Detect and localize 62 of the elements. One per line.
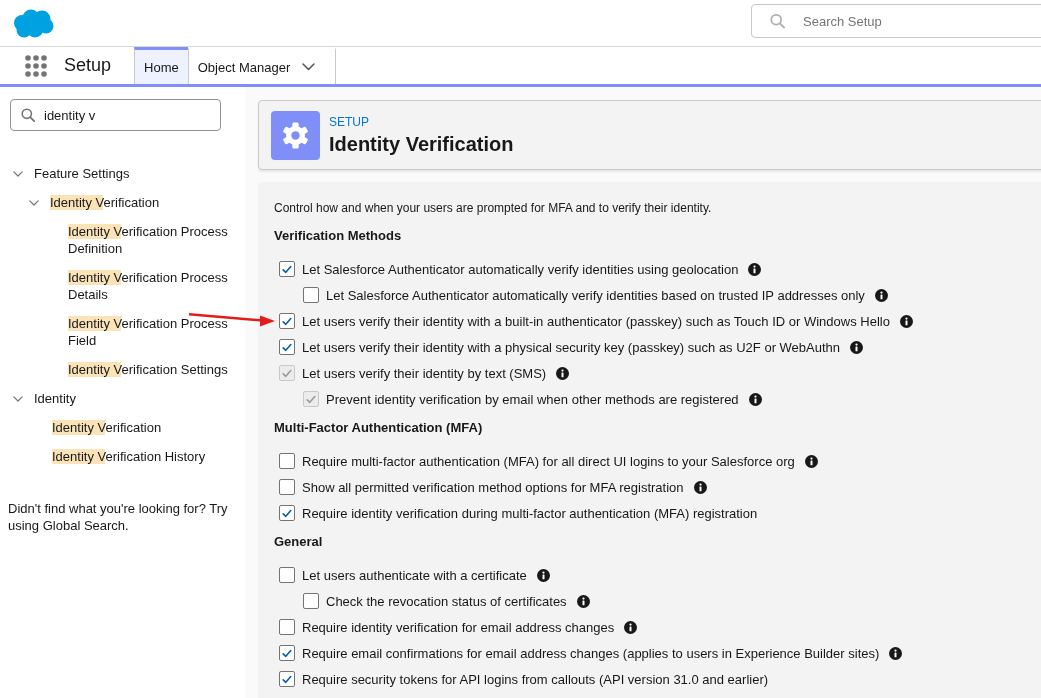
info-icon[interactable] (624, 620, 638, 634)
option-label: Let Salesforce Authenticator automatically verify identities based on trusted IP addresses only (326, 287, 865, 303)
nav-tab[interactable]: Object Manager (187, 47, 337, 84)
tree-item[interactable]: Identity Verification Settings (68, 361, 237, 378)
info-icon[interactable] (748, 262, 762, 276)
option-label: Let users verify their identity by text (SMS) (302, 365, 547, 381)
checkbox[interactable] (279, 453, 295, 469)
checkbox[interactable] (279, 567, 295, 583)
checkbox[interactable] (279, 505, 295, 521)
tree-item[interactable]: Identity Verification (50, 194, 237, 211)
option-label: Let users authenticate with a certificate (302, 567, 527, 583)
info-icon[interactable] (889, 646, 903, 660)
checkbox[interactable] (279, 645, 295, 661)
page-description: Control how and when your users are prompted for MFA and to verify their identity. (274, 201, 713, 215)
option-label: Require identity verification during multi-factor authentication (MFA) registration (302, 505, 758, 521)
tree-item[interactable]: Identity Verification History (52, 448, 237, 465)
app-name: Setup (64, 55, 112, 76)
info-icon[interactable] (874, 288, 888, 302)
checkbox[interactable] (279, 619, 295, 635)
option-label: Let users verify their identity with a physical security key (passkey) such as U2F or WebAuthn (302, 339, 841, 355)
tree-item[interactable]: Identity Verification Process Details (68, 269, 237, 303)
section-heading: Multi-Factor Authentication (MFA) (274, 419, 484, 437)
option-label: Require identity verification for email address changes (302, 619, 615, 635)
checkbox[interactable] (279, 479, 295, 495)
page-title: Identity Verification (329, 131, 514, 156)
search-icon (21, 108, 35, 122)
help-text: Didn't find what you're looking for? Try using Global Search. (7, 500, 229, 534)
section-heading: Verification Methods (274, 227, 403, 245)
page-eyebrow: SETUP (329, 114, 370, 129)
search-icon (770, 13, 785, 29)
cloud-logo (12, 8, 54, 38)
tree-item[interactable]: Identity Verification (52, 419, 237, 436)
option-label: Prevent identity verification by email when other methods are registered (326, 391, 739, 407)
info-icon[interactable] (536, 568, 550, 582)
grid-dots-icon[interactable] (25, 54, 47, 77)
section-heading: General (274, 533, 324, 551)
checkbox[interactable] (279, 671, 295, 687)
option-label: Let Salesforce Authenticator automatically verify identities using geolocation (302, 261, 739, 277)
option-label: Let users verify their identity with a built-in authenticator (passkey) such as Touch ID or Windows Hello (302, 313, 890, 329)
tree-item[interactable]: Identity (34, 390, 237, 407)
option-label: Require multi-factor authentication (MFA) for all direct UI logins to your Salesforce org (302, 453, 795, 469)
checkbox[interactable] (279, 313, 295, 329)
info-icon[interactable] (804, 454, 818, 468)
tree-item[interactable]: Feature Settings (34, 165, 237, 182)
option-label: Show all permitted verification method options for MFA registration (302, 479, 684, 495)
option-label: Require security tokens for API logins from callouts (API version 31.0 and earlier) (302, 671, 769, 687)
checkbox[interactable] (303, 287, 319, 303)
setup-search-field[interactable]: Search Setup (751, 4, 1041, 38)
checkbox[interactable] (303, 593, 319, 609)
option-label: Require email confirmations for email address changes (applies to users in Experience Builder sites) (302, 645, 880, 661)
option-label: Check the revocation status of certificates (326, 593, 567, 609)
quick-find-field[interactable]: identity v (10, 99, 221, 131)
info-icon[interactable] (899, 314, 913, 328)
nav-tab[interactable]: Home (134, 47, 188, 84)
checkbox[interactable] (279, 261, 295, 277)
info-icon[interactable] (693, 480, 707, 494)
gear-icon (271, 110, 320, 160)
info-icon[interactable] (850, 340, 864, 354)
checkbox[interactable] (279, 339, 295, 355)
info-icon[interactable] (576, 594, 590, 608)
tree-item[interactable]: Identity Verification Process Definition (68, 223, 237, 257)
tree-item[interactable]: Identity Verification Process Field (68, 315, 237, 349)
